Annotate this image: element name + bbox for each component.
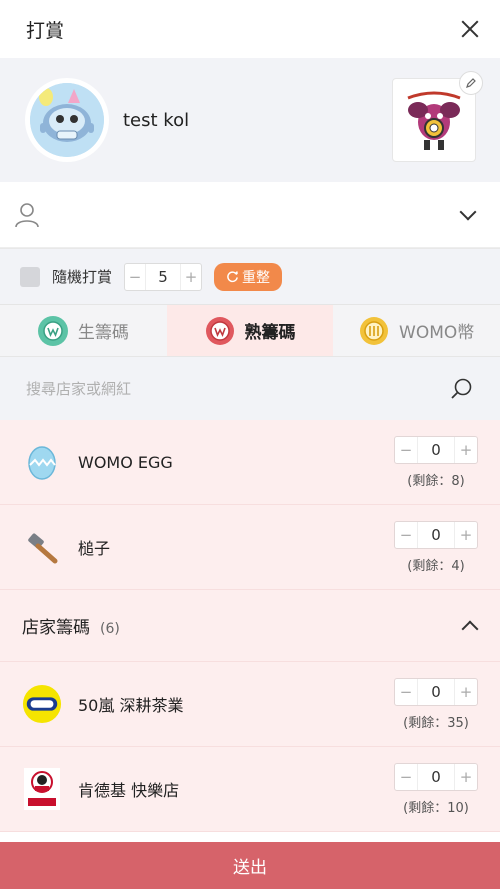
random-reward-checkbox[interactable] <box>20 266 40 287</box>
tab-womo-coin[interactable]: WOMO幣 <box>333 305 500 356</box>
reset-button[interactable]: 重整 <box>214 262 283 291</box>
quantity-stepper: − 0 + <box>394 520 478 549</box>
random-reward-label: 隨機打賞 <box>52 268 113 286</box>
quantity-value[interactable]: 5 <box>145 263 182 290</box>
refresh-icon <box>227 270 239 283</box>
remaining-count: (剩餘：4) <box>407 558 465 574</box>
tab-label: WOMO幣 <box>399 323 475 343</box>
chip-list: WOMO EGG − 0 + (剩餘：8) 槌子 − 0 + (剩餘：4) 店家… <box>0 420 500 832</box>
search-input[interactable] <box>26 379 406 398</box>
user-icon <box>15 202 39 227</box>
sticker-image <box>392 71 483 162</box>
section-count: (6) <box>100 621 120 637</box>
random-quantity-stepper: − 5 + <box>124 262 203 291</box>
robot-avatar-image <box>30 83 104 157</box>
item-name: 50嵐 深耕茶業 <box>78 696 184 715</box>
tab-label: 生籌碼 <box>77 323 129 343</box>
tab-label: 熟籌碼 <box>244 323 296 343</box>
chip-tabs: 生籌碼 熟籌碼 WOMO幣 <box>0 304 500 356</box>
random-reward-row: 隨機打賞 − 5 + 重整 <box>0 248 500 304</box>
plus-button[interactable]: + <box>181 268 201 286</box>
item-name: WOMO EGG <box>78 452 173 472</box>
close-icon[interactable] <box>458 17 482 41</box>
chevron-up-icon[interactable] <box>461 620 479 637</box>
quantity-value[interactable]: 0 <box>417 678 455 705</box>
edit-sticker-button[interactable] <box>459 71 483 95</box>
minus-button[interactable]: − <box>395 768 417 786</box>
gold-coin-icon <box>359 316 389 346</box>
remaining-count: (剩餘：10) <box>403 800 469 816</box>
plus-button[interactable]: + <box>455 768 477 786</box>
item-name: 肯德基 快樂店 <box>78 781 180 800</box>
hammer-icon <box>22 527 62 567</box>
plus-button[interactable]: + <box>455 683 477 701</box>
pencil-icon <box>466 78 476 88</box>
quantity-value[interactable]: 0 <box>417 763 455 790</box>
minus-button[interactable]: − <box>125 268 145 286</box>
avatar <box>25 78 109 162</box>
quantity-stepper: − 0 + <box>394 435 478 464</box>
list-item: 槌子 − 0 + (剩餘：4) <box>0 505 500 590</box>
red-chip-icon <box>205 316 235 346</box>
search-bar <box>0 356 500 420</box>
list-item: 50嵐 深耕茶業 − 0 + (剩餘：35) <box>0 662 500 747</box>
plus-button[interactable]: + <box>455 526 477 544</box>
search-icon[interactable] <box>450 377 474 401</box>
chevron-down-icon[interactable] <box>459 203 477 220</box>
green-chip-icon <box>37 315 68 346</box>
modal-title: 打賞 <box>26 19 65 42</box>
minus-button[interactable]: − <box>395 683 417 701</box>
minus-button[interactable]: − <box>395 526 417 544</box>
tab-cooked-chips[interactable]: 熟籌碼 <box>166 305 334 356</box>
minus-button[interactable]: − <box>395 441 417 459</box>
list-item: 肯德基 快樂店 − 0 + (剩餘：10) <box>0 747 500 832</box>
kol-name: test kol <box>123 109 190 131</box>
list-item: WOMO EGG − 0 + (剩餘：8) <box>0 420 500 505</box>
profile-section: test kol <box>0 58 500 182</box>
section-title: 店家籌碼 <box>22 618 90 638</box>
modal-header: 打賞 <box>0 0 500 58</box>
reset-label: 重整 <box>242 269 271 286</box>
kfc-logo-icon <box>22 768 62 810</box>
submit-button[interactable]: 送出 <box>0 842 500 889</box>
50lan-logo-icon <box>22 684 62 724</box>
tab-raw-chips[interactable]: 生籌碼 <box>0 305 167 356</box>
remaining-count: (剩餘：8) <box>407 473 465 489</box>
quantity-stepper: − 0 + <box>394 762 478 791</box>
store-chips-section-header[interactable]: 店家籌碼 (6) <box>0 590 500 662</box>
user-selector[interactable] <box>0 182 500 248</box>
plus-button[interactable]: + <box>455 441 477 459</box>
remaining-count: (剩餘：35) <box>403 715 469 731</box>
item-name: 槌子 <box>78 539 111 558</box>
quantity-value[interactable]: 0 <box>417 436 455 463</box>
quantity-value[interactable]: 0 <box>417 521 455 548</box>
quantity-stepper: − 0 + <box>394 677 478 706</box>
egg-icon <box>22 442 62 482</box>
